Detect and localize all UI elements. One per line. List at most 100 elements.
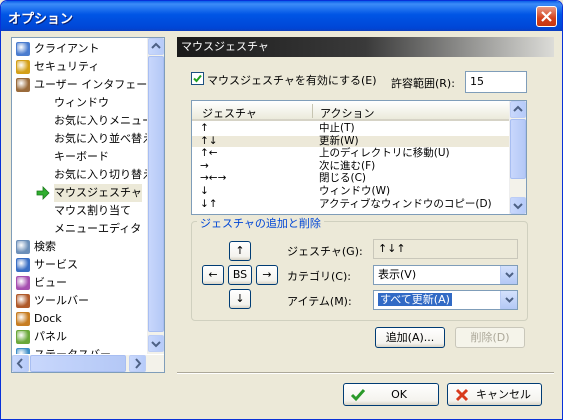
- tree-item-label: お気に入りメニュー: [54, 114, 147, 127]
- options-dialog: オプション クライアント セキュリティユーザー インタフェースウィンドウお気に入り…: [0, 0, 563, 420]
- gesture-cell: →: [200, 159, 209, 172]
- list-vertical-scrollbar[interactable]: [509, 101, 526, 214]
- delete-button[interactable]: 削除(D): [455, 327, 525, 348]
- tree-vertical-scrollbar[interactable]: [147, 38, 164, 354]
- check-icon: [350, 389, 366, 402]
- tree-item-label: セキュリティ: [34, 60, 100, 73]
- action-cell: 閉じる(C): [319, 172, 367, 185]
- scroll-down-button[interactable]: [148, 335, 164, 352]
- item-dropdown-button[interactable]: [500, 291, 517, 309]
- group-title: ジェスチャの追加と削除: [197, 215, 324, 231]
- cancel-button[interactable]: キャンセル: [447, 383, 542, 406]
- gesture-down-button[interactable]: ↓: [229, 289, 251, 309]
- list-row[interactable]: ↑← 上のディレクトリに移動(U): [192, 148, 510, 159]
- action-cell: 更新(W): [319, 134, 359, 147]
- chevron-up-icon: [151, 42, 161, 49]
- chevron-down-icon: [513, 203, 523, 210]
- item-label: アイテム(M):: [287, 295, 352, 308]
- tree-item-label: ユーザー インタフェース: [34, 78, 147, 91]
- client-icon: [16, 42, 30, 56]
- hscroll-thumb[interactable]: [30, 355, 126, 372]
- close-button[interactable]: [536, 6, 557, 27]
- gesture-cell: →←→: [200, 172, 227, 185]
- category-tree[interactable]: クライアント セキュリティユーザー インタフェースウィンドウお気に入りメニュー お気…: [11, 37, 165, 373]
- chevron-left-icon: [16, 358, 23, 369]
- cancel-x-icon: [455, 388, 469, 402]
- scroll-left-button[interactable]: [12, 355, 29, 372]
- action-cell: 上のディレクトリに移動(U): [319, 147, 450, 160]
- title-bar: オプション: [1, 1, 562, 31]
- action-cell: 次に進む(F): [319, 159, 376, 172]
- list-scroll-thumb[interactable]: [510, 119, 526, 179]
- tree-item-label: ステータスバー: [34, 346, 111, 354]
- enable-gesture-checkbox[interactable]: [191, 72, 204, 85]
- gesture-right-button[interactable]: →: [256, 265, 278, 285]
- list-row[interactable]: ↓ ウィンドウ(W): [192, 186, 510, 197]
- tree-item-label: キーボード: [54, 150, 109, 163]
- gesture-field: ↑↓↑: [373, 239, 518, 259]
- list-row[interactable]: →←→ 閉じる(C): [192, 173, 510, 184]
- action-cell: ウィンドウ(W): [319, 185, 391, 197]
- cancel-label: キャンセル: [476, 388, 531, 401]
- list-row[interactable]: ↑ 中止(T): [192, 123, 510, 134]
- green-arrow-icon: [36, 186, 50, 200]
- chevron-right-icon: [135, 358, 142, 369]
- scroll-up-button[interactable]: [148, 38, 164, 55]
- tolerance-label: 許容範囲(R):: [391, 77, 455, 90]
- scroll-right-button[interactable]: [129, 355, 146, 372]
- tree-item-label: メニューエディタ: [54, 222, 142, 235]
- chevron-down-icon: [505, 272, 514, 278]
- action-cell: 中止(T): [319, 122, 355, 134]
- chevron-down-icon: [151, 341, 161, 348]
- category-select[interactable]: 表示(V): [373, 265, 518, 285]
- item-value: すべて更新(A): [378, 293, 452, 306]
- list-row[interactable]: → 次に進む(F): [192, 159, 510, 172]
- gesture-up-button[interactable]: ↑: [229, 241, 251, 261]
- category-value: 表示(V): [378, 268, 417, 281]
- tree-item-label: Dock: [34, 312, 62, 325]
- gesture-backspace-button[interactable]: BS: [228, 265, 252, 285]
- tree-item-label: マウスジェスチャ: [54, 184, 142, 202]
- scroll-thumb[interactable]: [148, 56, 164, 332]
- chevron-up-icon: [513, 105, 523, 112]
- gesture-cell: ↑←: [200, 147, 218, 160]
- globe-icon: [16, 258, 30, 272]
- users-icon: [16, 78, 30, 92]
- ok-button[interactable]: OK: [343, 383, 439, 406]
- list-row[interactable]: ↓↑ アクティブなウィンドウのコピー(D): [192, 197, 510, 210]
- tree-item-label: サービス: [34, 258, 78, 271]
- window-title: オプション: [8, 12, 74, 27]
- tolerance-input[interactable]: 15: [465, 71, 527, 93]
- cube-icon: [16, 348, 30, 354]
- enable-gesture-label[interactable]: マウスジェスチャを有効にする(E): [207, 72, 377, 88]
- tree-item-label: お気に入り並べ替え: [54, 132, 147, 145]
- list-scroll-up-button[interactable]: [510, 101, 526, 118]
- cube-icon: [16, 330, 30, 344]
- tree-item-label: ツールバー: [34, 294, 89, 307]
- tree-item-label: クライアント: [34, 42, 100, 55]
- shield-icon: [16, 60, 30, 74]
- gesture-left-button[interactable]: ←: [202, 265, 224, 285]
- chevron-down-icon: [505, 297, 514, 303]
- cube-icon: [16, 276, 30, 290]
- tree-item-label: ビュー: [34, 276, 67, 289]
- tree-item-label: パネル: [34, 330, 67, 343]
- panel-header: マウスジェスチャ: [177, 37, 554, 57]
- close-icon: [541, 11, 552, 22]
- tree-item-label: ウィンドウ: [54, 96, 109, 109]
- footer-separator: [177, 372, 554, 374]
- column-header-gesture[interactable]: ジェスチャ: [202, 105, 257, 121]
- category-label: カテゴリ(C):: [287, 270, 351, 283]
- tree-item-label: 検索: [34, 240, 56, 253]
- category-dropdown-button[interactable]: [500, 266, 517, 284]
- item-select[interactable]: すべて更新(A): [373, 290, 518, 310]
- checkmark-icon: [193, 74, 202, 83]
- list-scroll-down-button[interactable]: [510, 197, 526, 214]
- gesture-list[interactable]: ジェスチャ アクション ↑ 中止(T) ↑↓ 更新(W) ↑← 上のディレクトリに移動(U…: [191, 100, 527, 215]
- tree-horizontal-scrollbar[interactable]: [12, 355, 164, 372]
- add-button[interactable]: 追加(A)...: [375, 327, 445, 348]
- list-row[interactable]: ↑↓ 更新(W): [192, 134, 510, 147]
- gesture-field-label: ジェスチャ(G):: [287, 245, 363, 258]
- column-header-action[interactable]: アクション: [320, 105, 374, 121]
- gesture-cell: ↓↑: [200, 197, 218, 210]
